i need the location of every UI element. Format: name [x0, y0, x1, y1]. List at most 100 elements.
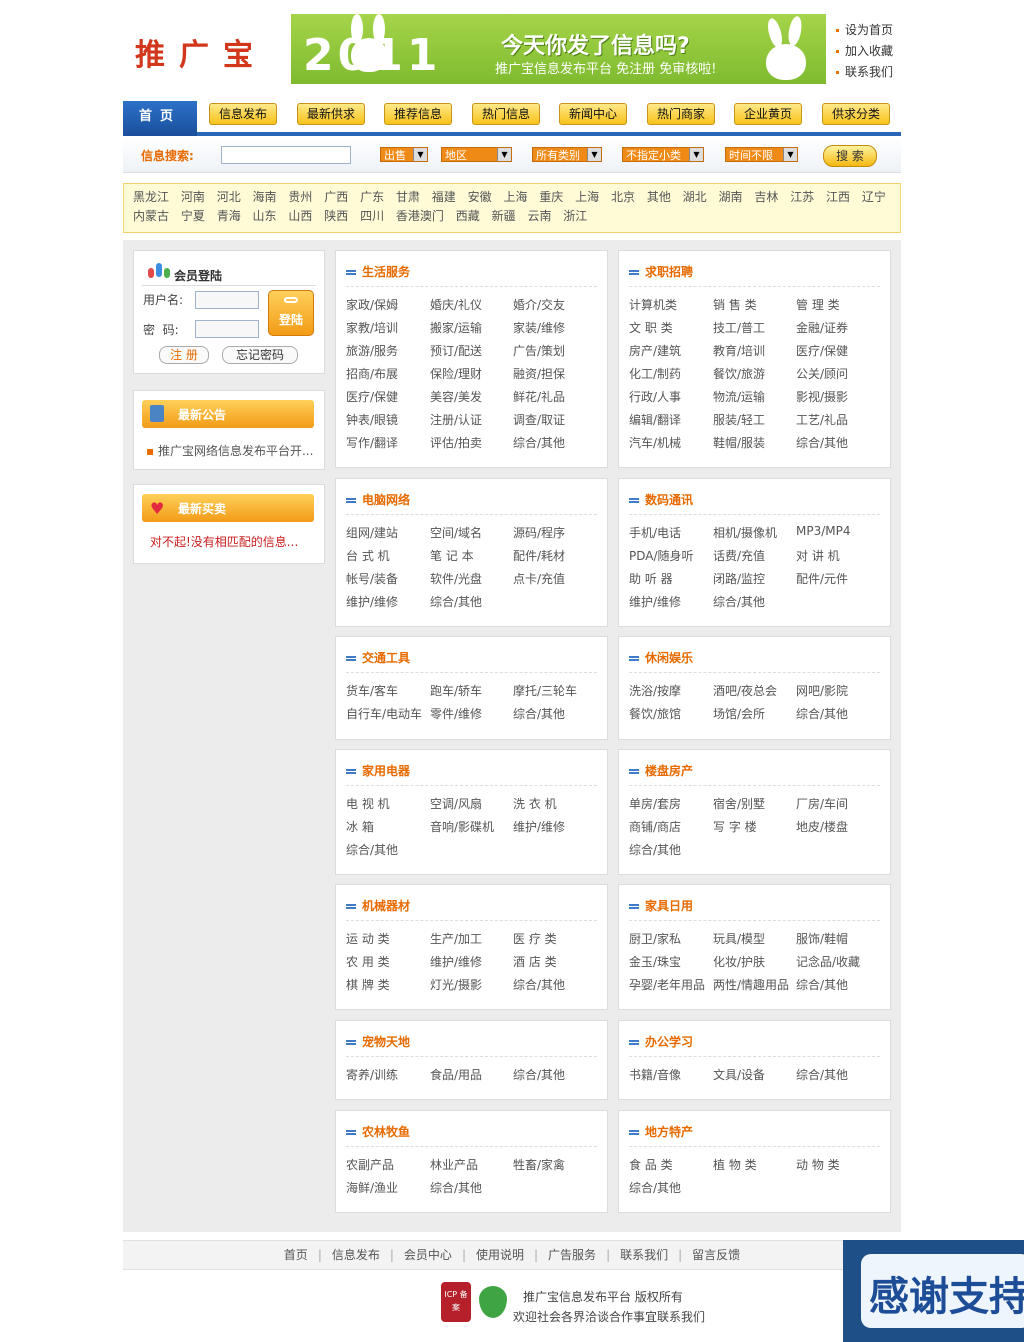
region-link[interactable]: 江苏 [790, 190, 814, 204]
category-link[interactable]: 音响/影碟机 [430, 818, 513, 835]
category-link[interactable]: 生产/加工 [430, 930, 513, 947]
region-link[interactable]: 浙江 [563, 209, 587, 223]
category-link[interactable]: 写作/翻译 [346, 434, 429, 451]
category-link[interactable]: MP3/MP4 [796, 524, 879, 538]
category-link[interactable]: 台 式 机 [346, 547, 429, 564]
cooperation-link[interactable]: 欢迎社会各界洽谈合作事宜联系我们 [513, 1308, 705, 1325]
category-link[interactable]: 综合/其他 [346, 841, 429, 858]
nav-item[interactable]: 供求分类 [822, 103, 890, 125]
category-link[interactable]: 教育/培训 [713, 342, 796, 359]
category-link[interactable]: 空调/风扇 [430, 795, 513, 812]
section-title[interactable]: 家具日用 [629, 897, 693, 914]
category-link[interactable]: 运 动 类 [346, 930, 429, 947]
contact-link[interactable]: 联系我们 [836, 62, 893, 83]
region-link[interactable]: 广东 [360, 190, 384, 204]
category-link[interactable]: 化妆/护肤 [713, 953, 796, 970]
category-link[interactable]: 综合/其他 [796, 434, 879, 451]
nav-item[interactable]: 信息发布 [209, 103, 277, 125]
category-link[interactable]: 闭路/监控 [713, 570, 796, 587]
category-link[interactable]: 海鲜/渔业 [346, 1179, 429, 1196]
category-link[interactable]: 综合/其他 [513, 1066, 596, 1083]
category-link[interactable]: 玩具/模型 [713, 930, 796, 947]
category-link[interactable]: 家教/培训 [346, 319, 429, 336]
category-link[interactable]: 综合/其他 [430, 593, 513, 610]
category-link[interactable]: 婚庆/礼仪 [430, 296, 513, 313]
register-button[interactable]: 注 册 [159, 346, 209, 364]
footer-link[interactable]: 首页 [284, 1248, 308, 1262]
category-link[interactable]: 综合/其他 [713, 593, 796, 610]
search-input[interactable] [221, 146, 351, 164]
category-link[interactable]: 寄养/训练 [346, 1066, 429, 1083]
category-link[interactable]: 食品/用品 [430, 1066, 513, 1083]
category-link[interactable]: 综合/其他 [513, 976, 596, 993]
nav-item[interactable]: 推荐信息 [384, 103, 452, 125]
category-link[interactable]: 货车/客车 [346, 682, 429, 699]
category-link[interactable]: 文 职 类 [629, 319, 712, 336]
section-title[interactable]: 电脑网络 [346, 491, 410, 508]
category-link[interactable]: 空间/域名 [430, 524, 513, 541]
section-title[interactable]: 楼盘房产 [629, 762, 693, 779]
category-link[interactable]: 源码/程序 [513, 524, 596, 541]
category-link[interactable]: 林业产品 [430, 1156, 513, 1173]
nav-item[interactable]: 热门商家 [647, 103, 715, 125]
category-link[interactable]: 维护/维修 [629, 593, 712, 610]
category-link[interactable]: 家装/维修 [513, 319, 596, 336]
category-link[interactable]: 配件/耗材 [513, 547, 596, 564]
category-link[interactable]: 棋 牌 类 [346, 976, 429, 993]
category-link[interactable]: 综合/其他 [629, 1179, 712, 1196]
region-link[interactable]: 湖北 [683, 190, 707, 204]
category-link[interactable]: 钟表/眼镜 [346, 411, 429, 428]
category-link[interactable]: 书籍/音像 [629, 1066, 712, 1083]
category-link[interactable]: 写 字 楼 [713, 818, 796, 835]
category-link[interactable]: 孕婴/老年用品 [629, 976, 712, 993]
category-link[interactable]: 点卡/充值 [513, 570, 596, 587]
nav-item[interactable]: 企业黄页 [734, 103, 802, 125]
category-link[interactable]: 综合/其他 [796, 976, 879, 993]
section-title[interactable]: 家用电器 [346, 762, 410, 779]
nav-home[interactable]: 首页 [123, 101, 197, 136]
category-link[interactable]: 行政/人事 [629, 388, 712, 405]
category-link[interactable]: 软件/光盘 [430, 570, 513, 587]
category-link[interactable]: 医疗/保健 [346, 388, 429, 405]
category-link[interactable]: PDA/随身听 [629, 547, 712, 564]
category-link[interactable]: 综合/其他 [513, 434, 596, 451]
section-title[interactable]: 宠物天地 [346, 1033, 410, 1050]
category-link[interactable]: 家政/保姆 [346, 296, 429, 313]
category-link[interactable]: 笔 记 本 [430, 547, 513, 564]
subcategory-select[interactable]: 不指定小类 ▼ [622, 147, 704, 162]
add-favorite-link[interactable]: 加入收藏 [836, 41, 893, 62]
category-link[interactable]: 综合/其他 [796, 1066, 879, 1083]
category-link[interactable]: 网吧/影院 [796, 682, 879, 699]
category-link[interactable]: 管 理 类 [796, 296, 879, 313]
category-link[interactable]: 配件/元件 [796, 570, 879, 587]
category-link[interactable]: 农副产品 [346, 1156, 429, 1173]
category-link[interactable]: 灯光/摄影 [430, 976, 513, 993]
category-link[interactable]: 组网/建站 [346, 524, 429, 541]
region-link[interactable]: 河北 [217, 190, 241, 204]
category-link[interactable]: 服装/轻工 [713, 411, 796, 428]
nav-item[interactable]: 热门信息 [472, 103, 540, 125]
region-link[interactable]: 重庆 [539, 190, 563, 204]
region-link[interactable]: 海南 [253, 190, 277, 204]
footer-link[interactable]: 使用说明 [476, 1248, 524, 1262]
category-link[interactable]: 场馆/会所 [713, 705, 796, 722]
category-link[interactable]: 技工/普工 [713, 319, 796, 336]
category-link[interactable]: 医疗/保健 [796, 342, 879, 359]
category-link[interactable]: 金融/证券 [796, 319, 879, 336]
time-select[interactable]: 时间不限 ▼ [725, 147, 798, 162]
region-link[interactable]: 陕西 [324, 209, 348, 223]
category-link[interactable]: 综合/其他 [513, 705, 596, 722]
footer-link[interactable]: 信息发布 [332, 1248, 380, 1262]
region-link[interactable]: 云南 [527, 209, 551, 223]
category-link[interactable]: 洗浴/按摩 [629, 682, 712, 699]
category-link[interactable]: 服饰/鞋帽 [796, 930, 879, 947]
category-link[interactable]: 鲜花/礼品 [513, 388, 596, 405]
region-link[interactable]: 贵州 [288, 190, 312, 204]
region-link[interactable]: 江西 [826, 190, 850, 204]
category-link[interactable]: 维护/维修 [346, 593, 429, 610]
category-link[interactable]: 酒 店 类 [513, 953, 596, 970]
category-link[interactable]: 计算机类 [629, 296, 712, 313]
category-link[interactable]: 公关/顾问 [796, 365, 879, 382]
region-link[interactable]: 河南 [181, 190, 205, 204]
category-link[interactable]: 冰 箱 [346, 818, 429, 835]
